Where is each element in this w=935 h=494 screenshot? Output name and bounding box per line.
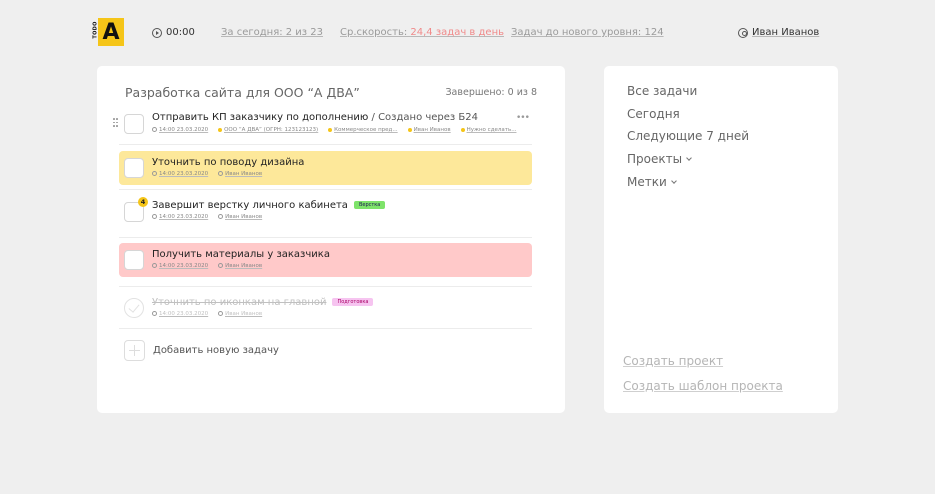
- task-tag[interactable]: Подготовка: [332, 298, 374, 306]
- task-date: 14:00 23.03.2020: [159, 263, 209, 269]
- today-stats[interactable]: За сегодня: 2 из 23: [221, 27, 323, 39]
- task-title: Уточнить по поводу дизайна: [152, 157, 305, 168]
- task-note: Нужно сделать...: [466, 127, 517, 133]
- project-completed-count: Завершено: 0 из 8: [445, 87, 537, 98]
- user-icon: [407, 127, 412, 132]
- task-title: Завершит верстку личного кабинета: [152, 200, 348, 211]
- task-title: Получить материалы у заказчика: [152, 249, 330, 260]
- user-icon: [218, 263, 224, 268]
- sidebar: Все задачи Сегодня Следующие 7 дней Прое…: [604, 66, 838, 413]
- task-date: 14:00 23.03.2020: [159, 171, 209, 177]
- clock-icon: [152, 127, 157, 132]
- today-stats-text: За сегодня: 2 из 23: [221, 27, 324, 38]
- clock-icon: [152, 263, 157, 268]
- sidebar-item-label: Метки: [627, 175, 667, 189]
- task-row[interactable]: Отправить КП заказчику по дополнению / С…: [119, 110, 532, 140]
- clock-icon: [152, 311, 157, 316]
- user-icon: [218, 214, 224, 219]
- sidebar-item-today[interactable]: Сегодня: [627, 107, 680, 121]
- next-level-text: Задач до нового уровня: 124: [511, 27, 664, 38]
- user-icon: [738, 28, 748, 38]
- logo-letter: A: [102, 20, 120, 45]
- task-row[interactable]: Получить материалы у заказчика 14:00 23.…: [119, 243, 532, 277]
- task-assignee: Иван Иванов: [225, 311, 263, 317]
- task-row[interactable]: Завершит верстку личного кабинета Верстка…: [119, 194, 532, 234]
- create-project-template-link[interactable]: Создать шаблон проекта: [623, 379, 783, 393]
- task-assignee: Иван Иванов: [225, 171, 263, 177]
- task-title: Отправить КП заказчику по дополнению: [152, 112, 369, 123]
- sidebar-item-tags[interactable]: Метки: [627, 175, 677, 189]
- divider: [119, 286, 532, 287]
- add-task-button[interactable]: Добавить новую задачу: [124, 340, 279, 361]
- task-checkbox[interactable]: [124, 250, 144, 270]
- task-source: / Создано через Б24: [368, 112, 479, 123]
- user-name: Иван Иванов: [752, 27, 820, 38]
- completed-check-icon[interactable]: [124, 298, 144, 318]
- sidebar-item-label: Проекты: [627, 152, 683, 166]
- sidebar-item-next-7-days[interactable]: Следующие 7 дней: [627, 129, 749, 143]
- add-task-label: Добавить новую задачу: [153, 345, 279, 356]
- app-logo[interactable]: A TODO: [90, 18, 124, 46]
- company-icon: [218, 127, 223, 132]
- chevron-down-icon: [686, 155, 692, 161]
- play-clock-icon: [152, 28, 162, 38]
- clock-icon: [152, 171, 157, 176]
- task-document: Коммерческое пред...: [334, 127, 398, 133]
- clock-icon: [152, 214, 157, 219]
- speed-prefix: Ср.скорость:: [340, 27, 411, 38]
- task-assignee: Иван Иванов: [413, 127, 451, 133]
- task-date: 14:00 23.03.2020: [159, 214, 209, 220]
- task-company: ООО “А ДВА” (ОГРН: 123123123): [224, 127, 319, 133]
- user-profile-link[interactable]: Иван Иванов: [738, 27, 819, 39]
- subtask-count-badge: 4: [138, 197, 148, 207]
- document-icon: [328, 127, 333, 132]
- project-title: Разработка сайта для ООО “А ДВА”: [125, 85, 360, 100]
- timer[interactable]: 00:00: [152, 27, 195, 39]
- task-row[interactable]: Уточнить по поводу дизайна 14:00 23.03.2…: [119, 151, 532, 185]
- speed-stats[interactable]: Ср.скорость: 24,4 задач в день: [340, 27, 504, 39]
- divider: [119, 189, 532, 190]
- task-tag[interactable]: Верстка: [353, 201, 386, 209]
- task-date: 14:00 23.03.2020: [159, 311, 209, 317]
- divider: [119, 328, 532, 329]
- task-checkbox[interactable]: [124, 114, 144, 134]
- sidebar-item-projects[interactable]: Проекты: [627, 152, 692, 166]
- note-icon: [460, 127, 465, 132]
- user-icon: [218, 311, 224, 316]
- task-date: 14:00 23.03.2020: [159, 127, 209, 133]
- sidebar-item-all-tasks[interactable]: Все задачи: [627, 84, 697, 98]
- user-icon: [218, 171, 224, 176]
- task-row[interactable]: Уточнить по иконкам на главной Подготовка…: [119, 292, 532, 326]
- next-level-stats[interactable]: Задач до нового уровня: 124: [511, 27, 664, 39]
- divider: [119, 144, 532, 145]
- logo-small-text: TODO: [92, 21, 99, 39]
- create-project-link[interactable]: Создать проект: [623, 354, 723, 368]
- timer-value: 00:00: [166, 27, 195, 38]
- chevron-down-icon: [670, 178, 677, 184]
- task-checkbox[interactable]: [124, 158, 144, 178]
- task-title: Уточнить по иконкам на главной: [152, 297, 327, 308]
- divider: [119, 237, 532, 238]
- task-assignee: Иван Иванов: [225, 263, 263, 269]
- project-panel: Разработка сайта для ООО “А ДВА” Заверше…: [97, 66, 565, 413]
- more-options-icon[interactable]: •••: [516, 113, 530, 123]
- task-assignee: Иван Иванов: [225, 214, 263, 220]
- speed-value: 24,4 задач в день: [410, 27, 504, 38]
- plus-icon: [124, 340, 145, 361]
